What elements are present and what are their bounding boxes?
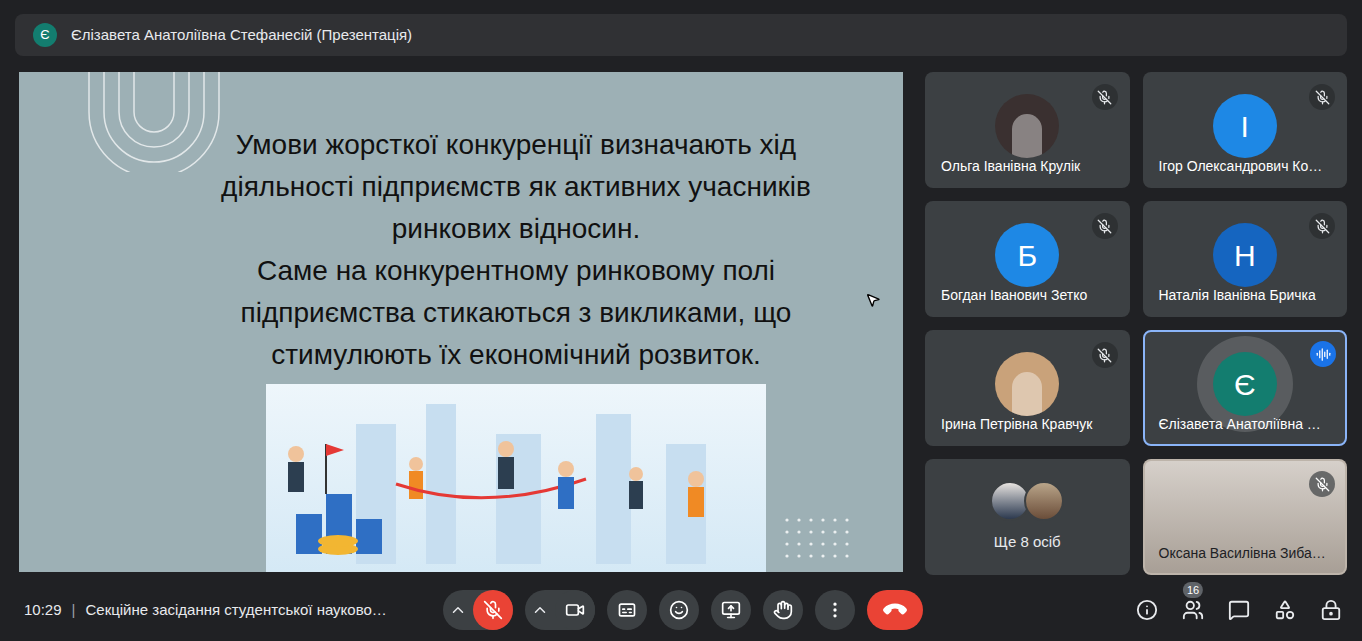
muted-indicator bbox=[1309, 471, 1335, 497]
mic-off-icon bbox=[1097, 219, 1112, 234]
participant-avatar: Н bbox=[1213, 223, 1277, 287]
participant-tile[interactable]: ІІгор Олександрович Ко… bbox=[1143, 72, 1348, 188]
camera-options-button[interactable] bbox=[525, 590, 555, 630]
mic-off-icon bbox=[1315, 477, 1330, 492]
call-controls bbox=[443, 590, 923, 630]
captions-button[interactable] bbox=[607, 590, 647, 630]
more-label: Ще 8 осіб bbox=[994, 531, 1061, 554]
smile-icon bbox=[669, 600, 689, 620]
more-options-button[interactable] bbox=[815, 590, 855, 630]
muted-indicator bbox=[1092, 213, 1118, 239]
slide-illustration bbox=[266, 384, 766, 572]
participant-tile[interactable]: Ірина Петрівна Кравчук bbox=[925, 330, 1130, 446]
activities-icon[interactable] bbox=[1274, 599, 1296, 621]
people-button[interactable]: 16 bbox=[1182, 599, 1204, 621]
end-call-icon bbox=[881, 596, 909, 624]
mic-off-icon bbox=[1097, 90, 1112, 105]
participant-name: Ігор Олександрович Ко… bbox=[1159, 156, 1323, 177]
participant-tile[interactable]: ННаталія Іванівна Бричка bbox=[1143, 201, 1348, 317]
speaking-indicator bbox=[1310, 341, 1336, 367]
mic-group bbox=[443, 590, 513, 630]
mic-options-button[interactable] bbox=[443, 590, 473, 630]
audio-lines-icon bbox=[1316, 347, 1331, 362]
reactions-button[interactable] bbox=[659, 590, 699, 630]
muted-indicator bbox=[1309, 84, 1335, 110]
slide-text-line: стимулюють їх економічний розвиток. bbox=[271, 334, 761, 376]
host-controls-icon[interactable] bbox=[1320, 599, 1342, 621]
people-icon bbox=[1182, 599, 1204, 621]
captions-icon bbox=[617, 600, 637, 620]
presenter-title: Єлізавета Анатоліївна Стефанесій (Презен… bbox=[71, 24, 412, 47]
participant-avatar: І bbox=[1213, 94, 1277, 158]
presenter-avatar: Є bbox=[33, 23, 57, 47]
camera-button[interactable] bbox=[555, 590, 595, 630]
raise-hand-button[interactable] bbox=[763, 590, 803, 630]
hand-icon bbox=[773, 600, 793, 620]
participant-name: Наталія Іванівна Бричка bbox=[1159, 285, 1316, 306]
mic-off-icon bbox=[1315, 90, 1330, 105]
participant-tile[interactable]: ББогдан Іванович Зетко bbox=[925, 201, 1130, 317]
mic-off-icon bbox=[1097, 348, 1112, 363]
more-participants-tile[interactable]: Ще 8 осіб bbox=[925, 459, 1130, 575]
present-button[interactable] bbox=[711, 590, 751, 630]
camera-icon bbox=[565, 600, 585, 620]
more-vertical-icon bbox=[825, 600, 845, 620]
mouse-cursor-icon bbox=[865, 292, 881, 308]
participant-name: Ірина Петрівна Кравчук bbox=[941, 414, 1092, 435]
participant-name: Ольга Іванівна Крулік bbox=[941, 156, 1080, 177]
slide-text-line: Саме на конкурентному ринковому полі bbox=[257, 250, 775, 292]
camera-group bbox=[525, 590, 595, 630]
participant-tile[interactable]: Ольга Іванівна Крулік bbox=[925, 72, 1130, 188]
arcs-decoration-icon bbox=[69, 72, 239, 172]
info-icon[interactable] bbox=[1136, 599, 1158, 621]
slide-text-line: підприємства стикаються з викликами, що bbox=[241, 292, 792, 334]
participants-grid: Ольга Іванівна Крулік ІІгор Олександрович… bbox=[925, 72, 1347, 575]
meeting-time: 10:29 bbox=[24, 599, 62, 622]
chevron-up-icon bbox=[449, 601, 467, 619]
slide-text-line: Умови жорсткої конкуренції визначають хі… bbox=[236, 124, 796, 166]
presenter-bar: Є Єлізавета Анатоліївна Стефанесій (Презе… bbox=[15, 14, 1347, 56]
participant-photo bbox=[1024, 481, 1064, 521]
mic-off-icon bbox=[483, 600, 503, 620]
people-count-badge: 16 bbox=[1183, 582, 1203, 598]
separator: | bbox=[72, 599, 76, 622]
mic-off-icon bbox=[1315, 219, 1330, 234]
participant-photo bbox=[995, 352, 1059, 416]
avatar-stack bbox=[990, 481, 1064, 521]
muted-indicator bbox=[1309, 213, 1335, 239]
participant-tile[interactable]: Оксана Василівна Зиба… bbox=[1143, 459, 1348, 575]
participant-name: Оксана Василівна Зиба… bbox=[1159, 543, 1326, 564]
present-screen-icon bbox=[721, 600, 741, 620]
dots-decoration-icon bbox=[783, 516, 853, 562]
muted-indicator bbox=[1092, 84, 1118, 110]
participant-photo bbox=[995, 94, 1059, 158]
participant-avatar: Є bbox=[1213, 352, 1277, 416]
presentation-slide: Умови жорсткої конкуренції визначають хі… bbox=[19, 72, 903, 572]
slide-text-line: ринкових відносин. bbox=[392, 208, 640, 250]
muted-indicator bbox=[1092, 342, 1118, 368]
participant-tile[interactable]: ЄЄлізавета Анатоліївна … bbox=[1143, 330, 1348, 446]
bottom-bar: 10:29 | Секційне засідання студентської на… bbox=[0, 575, 1362, 641]
mic-button[interactable] bbox=[473, 590, 513, 630]
meeting-title: Секційне засідання студентської науково… bbox=[85, 599, 386, 622]
participant-name: Єлізавета Анатоліївна … bbox=[1159, 414, 1321, 435]
chevron-up-icon bbox=[531, 601, 549, 619]
slide-text-line: діяльності підприємств як активних учасн… bbox=[221, 166, 811, 208]
participant-avatar: Б bbox=[995, 223, 1059, 287]
competition-illustration-icon bbox=[266, 384, 766, 572]
leave-call-button[interactable] bbox=[867, 590, 923, 630]
participant-name: Богдан Іванович Зетко bbox=[941, 285, 1087, 306]
meet-window: Є Єлізавета Анатоліївна Стефанесій (Презе… bbox=[0, 0, 1362, 641]
chat-icon[interactable] bbox=[1228, 599, 1250, 621]
